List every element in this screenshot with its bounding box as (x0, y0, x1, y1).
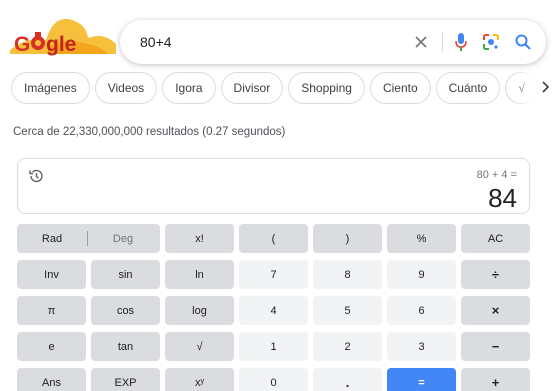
rad-deg-toggle[interactable]: Rad Deg (17, 224, 160, 253)
key-7[interactable]: 7 (239, 260, 308, 289)
history-icon[interactable] (28, 168, 44, 189)
chip-igora[interactable]: Igora (162, 72, 216, 104)
key-e[interactable]: e (17, 332, 86, 361)
key-log[interactable]: log (165, 296, 234, 325)
chip-imagenes[interactable]: Imágenes (11, 72, 90, 104)
key-ans[interactable]: Ans (17, 368, 86, 391)
key-close-paren[interactable]: ) (313, 224, 382, 253)
search-box[interactable] (120, 20, 546, 64)
key-0[interactable]: 0 (239, 368, 308, 391)
key-sqrt[interactable]: √ (165, 332, 234, 361)
key-cos[interactable]: cos (91, 296, 160, 325)
key-power[interactable]: xʸ (165, 368, 234, 391)
key-all-clear[interactable]: AC (461, 224, 530, 253)
deg-button[interactable]: Deg (88, 233, 158, 245)
key-1[interactable]: 1 (239, 332, 308, 361)
chevron-right-icon[interactable] (540, 80, 550, 97)
filter-chips: Imágenes Videos Igora Divisor Shopping Ciento… (11, 72, 552, 106)
chip-shopping[interactable]: Shopping (288, 72, 365, 104)
key-5[interactable]: 5 (313, 296, 382, 325)
calculator-display: 80 + 4 = 84 (17, 158, 530, 214)
calc-result: 84 (488, 183, 517, 213)
svg-text:G: G (14, 33, 30, 56)
chip-cuanto[interactable]: Cuánto (435, 72, 501, 104)
key-3[interactable]: 3 (387, 332, 456, 361)
key-decimal[interactable]: . (313, 368, 382, 391)
key-ln[interactable]: ln (165, 260, 234, 289)
chip-ciento[interactable]: Ciento (369, 72, 431, 104)
key-percent[interactable]: % (387, 224, 456, 253)
key-sin[interactable]: sin (91, 260, 160, 289)
calc-expression: 80 + 4 = (476, 169, 517, 181)
key-equals[interactable]: = (387, 368, 456, 391)
key-9[interactable]: 9 (387, 260, 456, 289)
key-6[interactable]: 6 (387, 296, 456, 325)
chip-videos[interactable]: Videos (94, 72, 158, 104)
key-open-paren[interactable]: ( (239, 224, 308, 253)
clear-icon[interactable] (410, 31, 432, 53)
key-pi[interactable]: π (17, 296, 86, 325)
key-8[interactable]: 8 (313, 260, 382, 289)
key-2[interactable]: 2 (313, 332, 382, 361)
rad-button[interactable]: Rad (17, 233, 87, 245)
key-multiply[interactable]: × (461, 296, 530, 325)
chip-divisor[interactable]: Divisor (220, 72, 284, 104)
google-lens-icon[interactable] (480, 31, 502, 53)
key-factorial[interactable]: x! (165, 224, 234, 253)
key-inv[interactable]: Inv (17, 260, 86, 289)
search-icon[interactable] (512, 31, 534, 53)
search-divider (442, 32, 443, 52)
key-4[interactable]: 4 (239, 296, 308, 325)
key-exp[interactable]: EXP (91, 368, 160, 391)
key-minus[interactable]: − (461, 332, 530, 361)
result-stats: Cerca de 22,330,000,000 resultados (0.27… (13, 126, 286, 138)
google-doodle-logo[interactable]: G gle (8, 10, 118, 62)
key-divide[interactable]: ÷ (461, 260, 530, 289)
key-plus[interactable]: + (461, 368, 530, 391)
key-tan[interactable]: tan (91, 332, 160, 361)
search-input[interactable] (140, 32, 410, 52)
microphone-icon[interactable] (450, 31, 472, 53)
svg-text:gle: gle (46, 33, 76, 56)
